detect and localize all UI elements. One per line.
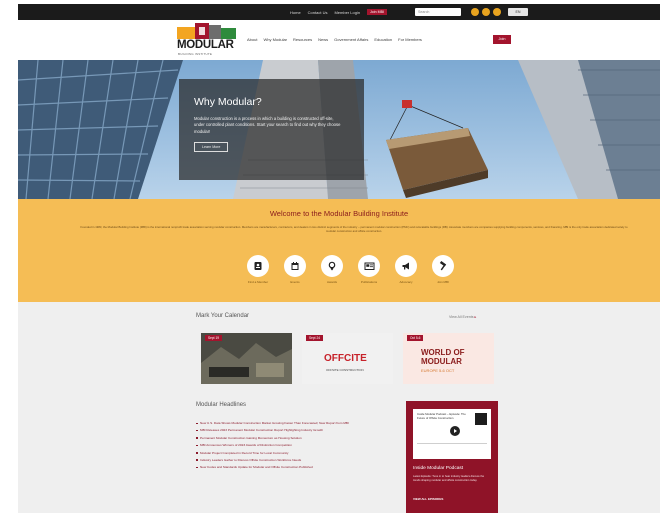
headline-item[interactable]: Permanent Modular Construction Gaining M… bbox=[196, 436, 388, 440]
event-name: OFFCITE bbox=[324, 353, 367, 364]
view-all-episodes-link[interactable]: VIEW ALL EPISODES bbox=[413, 497, 443, 501]
hero-text: Modular construction is a process in whi… bbox=[194, 116, 341, 134]
event-date-badge: Sept 24 bbox=[306, 335, 323, 341]
podcast-player: Inside Modular Podcast – Episode: The Fu… bbox=[413, 409, 491, 459]
view-all-label: View All Events bbox=[449, 315, 474, 319]
podcast-cover bbox=[475, 413, 487, 425]
utility-link-login[interactable]: Member Login bbox=[334, 10, 360, 15]
language-select[interactable]: EN bbox=[508, 8, 528, 16]
nav-item-resources[interactable]: Resources bbox=[293, 37, 312, 42]
event-name-line2: MODULAR bbox=[421, 357, 462, 366]
quick-link-events[interactable]: Events bbox=[282, 255, 308, 284]
hero-card: Why Modular? Modular construction is a p… bbox=[179, 79, 364, 180]
main-nav: About Why Modular Resources News Governm… bbox=[247, 37, 422, 42]
event-caption: EUROPE 5-6 OCT bbox=[421, 368, 455, 373]
utility-links: Home Contact Us Member Login bbox=[290, 4, 360, 20]
utility-bar: Home Contact Us Member Login Join MBI Se… bbox=[18, 4, 660, 20]
hammer-icon bbox=[439, 261, 447, 271]
logo-word: MODULAR bbox=[177, 39, 234, 51]
progress-bar[interactable] bbox=[417, 443, 487, 444]
welcome-title: Welcome to the Modular Building Institut… bbox=[269, 209, 409, 218]
headlines-title: Modular Headlines bbox=[196, 402, 247, 408]
quick-link-label: Advocacy bbox=[399, 280, 413, 284]
site-logo[interactable]: MODULAR BUILDING INSTITUTE bbox=[177, 22, 238, 58]
calendar-icon bbox=[291, 262, 299, 270]
welcome-section: Welcome to the Modular Building Institut… bbox=[18, 199, 660, 302]
headlines-list: New U.S. Data Shows Modular Construction… bbox=[196, 421, 388, 473]
quick-link-find-member[interactable]: Find a Member bbox=[245, 255, 271, 284]
megaphone-icon bbox=[402, 262, 409, 270]
logo-mark-icon bbox=[177, 23, 236, 39]
hero-banner: Why Modular? Modular construction is a p… bbox=[18, 60, 660, 199]
podcast-title: Inside Modular Podcast bbox=[413, 466, 464, 471]
id-card-icon bbox=[254, 262, 262, 270]
nav-join-button[interactable]: Join bbox=[493, 35, 511, 44]
headline-item[interactable]: Modular Project Completed in Record Time… bbox=[196, 451, 388, 455]
site-header: MODULAR BUILDING INSTITUTE About Why Mod… bbox=[18, 20, 660, 60]
calendar-title: Mark Your Calendar bbox=[196, 313, 250, 319]
twitter-icon[interactable] bbox=[482, 8, 490, 16]
utility-link-home[interactable]: Home bbox=[290, 10, 301, 15]
podcast-player-title: Inside Modular Podcast – Episode: The Fu… bbox=[417, 412, 466, 420]
nav-item-education[interactable]: Education bbox=[374, 37, 392, 42]
newspaper-icon bbox=[364, 262, 374, 270]
nav-item-about[interactable]: About bbox=[247, 37, 257, 42]
quick-link-label: Join MBI bbox=[437, 280, 449, 284]
nav-item-news[interactable]: News bbox=[318, 37, 328, 42]
nav-item-for-members[interactable]: For Members bbox=[398, 37, 422, 42]
award-icon bbox=[328, 261, 336, 271]
welcome-text: Founded in 1983, the Modular Building In… bbox=[80, 225, 628, 234]
event-card[interactable]: Sept 24 OFFCITE OFFSITE CONSTRUCTION bbox=[302, 333, 393, 384]
hero-title: Why Modular? bbox=[194, 96, 262, 108]
headline-item[interactable]: Industry Leaders Gather to Discuss Offsi… bbox=[196, 458, 388, 462]
quick-links: Find a Member Events Awards Publications… bbox=[245, 255, 456, 284]
utility-link-contact[interactable]: Contact Us bbox=[308, 10, 328, 15]
event-date-badge: Oct 5-6 bbox=[407, 335, 424, 341]
linkedin-icon[interactable] bbox=[493, 8, 501, 16]
facebook-icon[interactable] bbox=[471, 8, 479, 16]
quick-link-join[interactable]: Join MBI bbox=[430, 255, 456, 284]
nav-item-why-modular[interactable]: Why Modular bbox=[263, 37, 287, 42]
hero-learn-more-button[interactable]: Learn More bbox=[194, 141, 229, 152]
quick-link-publications[interactable]: Publications bbox=[356, 255, 382, 284]
headline-item[interactable]: MBI Releases 2023 Permanent Modular Cons… bbox=[196, 428, 388, 432]
view-all-events-link[interactable]: View All Events ▸ bbox=[449, 315, 476, 319]
event-name-line1: WORLD OF bbox=[421, 348, 465, 357]
quick-link-label: Find a Member bbox=[247, 280, 269, 284]
join-button[interactable]: Join MBI bbox=[367, 9, 387, 15]
play-icon[interactable] bbox=[450, 426, 460, 436]
podcast-text: Latest Episode: Tune in to hear industry… bbox=[413, 475, 485, 482]
podcast-panel: Inside Modular Podcast – Episode: The Fu… bbox=[406, 401, 498, 513]
event-caption: OFFSITE CONSTRUCTION bbox=[326, 368, 364, 372]
headline-item[interactable]: MBI Announces Winners of 2023 Awards of … bbox=[196, 443, 388, 447]
quick-link-label: Publications bbox=[360, 280, 378, 284]
search-input[interactable]: Search bbox=[415, 8, 461, 16]
logo-subtitle: BUILDING INSTITUTE bbox=[178, 52, 213, 56]
quick-link-awards[interactable]: Awards bbox=[319, 255, 345, 284]
event-date-badge: Sept 19 bbox=[205, 335, 222, 341]
quick-link-advocacy[interactable]: Advocacy bbox=[393, 255, 419, 284]
nav-item-government-affairs[interactable]: Government Affairs bbox=[334, 37, 368, 42]
event-card[interactable]: Sept 19 bbox=[201, 333, 292, 384]
event-card[interactable]: Oct 5-6 WORLD OF MODULAR EUROPE 5-6 OCT bbox=[403, 333, 494, 384]
headline-item[interactable]: New U.S. Data Shows Modular Construction… bbox=[196, 421, 388, 425]
arrow-right-icon: ▸ bbox=[474, 315, 477, 319]
quick-link-label: Events bbox=[290, 280, 300, 284]
headline-item[interactable]: New Codes and Standards Update for Modul… bbox=[196, 465, 388, 469]
quick-link-label: Awards bbox=[327, 280, 337, 284]
